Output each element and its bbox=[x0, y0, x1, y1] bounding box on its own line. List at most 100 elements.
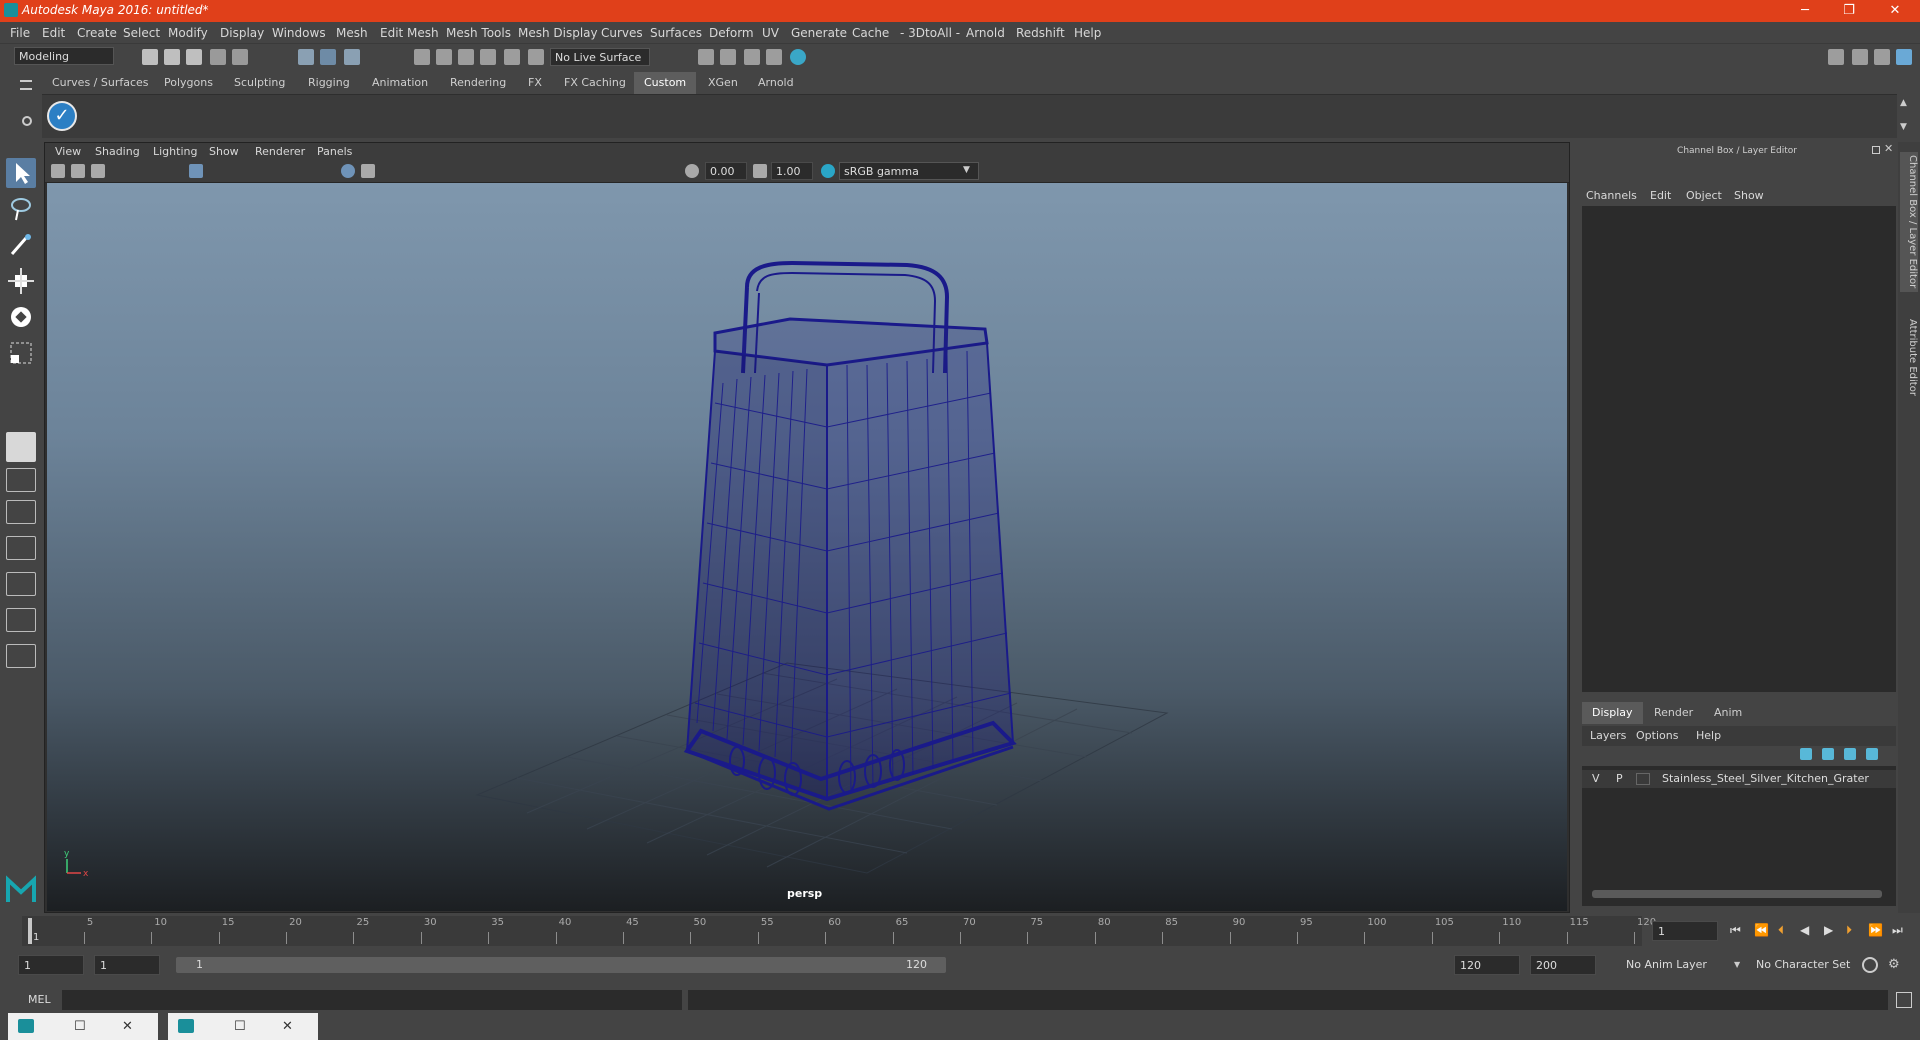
redo-icon[interactable] bbox=[232, 49, 248, 65]
layer-horizontal-scrollbar[interactable] bbox=[1592, 890, 1882, 898]
menu-modify[interactable]: Modify bbox=[168, 26, 208, 40]
anim-prefs-icon[interactable]: ⚙ bbox=[1888, 957, 1904, 973]
select-component-icon[interactable] bbox=[344, 49, 360, 65]
vp-menu-panels[interactable]: Panels bbox=[317, 145, 352, 158]
wireframe-icon[interactable] bbox=[341, 164, 355, 178]
tab-render[interactable]: Render bbox=[1644, 702, 1703, 724]
menu-3dtoall[interactable]: - 3DtoAll - bbox=[900, 26, 960, 40]
channel-box-toggle-icon[interactable] bbox=[1896, 49, 1912, 65]
snap-view-icon[interactable] bbox=[480, 49, 496, 65]
grid-toggle-icon[interactable] bbox=[189, 164, 203, 178]
le-menu-options[interactable]: Options bbox=[1636, 729, 1678, 742]
cb-menu-channels[interactable]: Channels bbox=[1586, 189, 1637, 202]
vp-menu-shading[interactable]: Shading bbox=[95, 145, 140, 158]
menu-mesh-display[interactable]: Mesh Display bbox=[518, 26, 598, 40]
render-settings-icon[interactable] bbox=[698, 49, 714, 65]
menu-edit[interactable]: Edit bbox=[42, 26, 65, 40]
playback-start-field[interactable]: 1 bbox=[94, 955, 160, 975]
le-menu-help[interactable]: Help bbox=[1696, 729, 1721, 742]
tab-polygons[interactable]: Polygons bbox=[154, 72, 223, 94]
tool-settings-icon[interactable] bbox=[1874, 49, 1890, 65]
new-scene-icon[interactable] bbox=[142, 49, 158, 65]
render-frame-icon[interactable] bbox=[720, 49, 736, 65]
new-layer-selected-icon[interactable] bbox=[1866, 748, 1878, 760]
move-tool-icon[interactable] bbox=[6, 266, 36, 296]
menu-display[interactable]: Display bbox=[220, 26, 264, 40]
exposure-field[interactable]: 0.00 bbox=[705, 162, 747, 180]
soft-select-icon[interactable] bbox=[6, 432, 36, 462]
menu-file[interactable]: File bbox=[10, 26, 30, 40]
open-scene-icon[interactable] bbox=[164, 49, 180, 65]
bookmark-icon[interactable] bbox=[91, 164, 105, 178]
gamma-field[interactable]: 1.00 bbox=[771, 162, 813, 180]
play-back-icon[interactable]: ◀ bbox=[1800, 923, 1809, 937]
move-layer-down-icon[interactable] bbox=[1822, 748, 1834, 760]
close-button[interactable]: ✕ bbox=[1872, 0, 1918, 22]
menu-curves[interactable]: Curves bbox=[601, 26, 643, 40]
menu-deform[interactable]: Deform bbox=[709, 26, 754, 40]
ipr-render-icon[interactable] bbox=[744, 49, 760, 65]
menu-redshift[interactable]: Redshift bbox=[1016, 26, 1065, 40]
layout-single-icon[interactable] bbox=[6, 468, 36, 492]
save-scene-icon[interactable] bbox=[186, 49, 202, 65]
menu-select[interactable]: Select bbox=[123, 26, 160, 40]
menu-mesh-tools[interactable]: Mesh Tools bbox=[446, 26, 511, 40]
animation-end-field[interactable]: 200 bbox=[1530, 955, 1596, 975]
tab-rendering[interactable]: Rendering bbox=[440, 72, 516, 94]
character-set-dropdown[interactable]: No Character Set bbox=[1750, 955, 1868, 975]
snap-curve-icon[interactable] bbox=[436, 49, 452, 65]
side-tab-channel-box[interactable]: Channel Box / Layer Editor bbox=[1900, 152, 1918, 292]
undo-icon[interactable] bbox=[210, 49, 226, 65]
side-tab-attribute-editor[interactable]: Attribute Editor bbox=[1900, 312, 1918, 402]
paint-select-tool-icon[interactable] bbox=[6, 230, 36, 260]
layout-side-icon[interactable] bbox=[6, 536, 36, 560]
close-panel-icon[interactable]: ✕ bbox=[1884, 142, 1893, 155]
tab-arnold[interactable]: Arnold bbox=[748, 72, 804, 94]
color-management-icon[interactable] bbox=[821, 164, 835, 178]
range-slider[interactable]: 1 120 bbox=[176, 957, 946, 973]
tab-animation[interactable]: Animation bbox=[362, 72, 438, 94]
layer-playback-toggle[interactable]: P bbox=[1616, 772, 1623, 785]
lasso-tool-icon[interactable] bbox=[6, 194, 36, 224]
current-frame-field[interactable]: 1 bbox=[1652, 921, 1718, 941]
shelf-menu-icon[interactable] bbox=[20, 80, 32, 90]
tab-fx[interactable]: FX bbox=[518, 72, 552, 94]
tab-xgen[interactable]: XGen bbox=[698, 72, 748, 94]
modeling-toolkit-icon[interactable] bbox=[1828, 49, 1844, 65]
float-panel-icon[interactable] bbox=[1872, 146, 1880, 154]
step-back-key-icon[interactable]: ⏪ bbox=[1754, 923, 1769, 937]
select-object-icon[interactable] bbox=[320, 49, 336, 65]
color-space-dropdown[interactable]: sRGB gamma bbox=[839, 162, 979, 180]
tab-display[interactable]: Display bbox=[1582, 702, 1643, 724]
tab-custom[interactable]: Custom bbox=[634, 72, 697, 94]
shelf-settings-icon[interactable] bbox=[22, 116, 32, 126]
tab-fx-caching[interactable]: FX Caching bbox=[554, 72, 636, 94]
menu-generate[interactable]: Generate bbox=[791, 26, 847, 40]
layout-persp-outliner-icon[interactable] bbox=[6, 572, 36, 596]
animation-start-field[interactable]: 1 bbox=[18, 955, 84, 975]
layer-visibility-toggle[interactable]: V bbox=[1592, 772, 1600, 785]
restore-window-icon[interactable]: ☐ bbox=[74, 1019, 86, 1034]
vp-menu-show[interactable]: Show bbox=[209, 145, 239, 158]
move-layer-up-icon[interactable] bbox=[1800, 748, 1812, 760]
command-input[interactable] bbox=[62, 990, 682, 1010]
attribute-editor-toggle-icon[interactable] bbox=[1852, 49, 1868, 65]
anim-layer-dropdown[interactable]: No Anim Layer bbox=[1620, 955, 1738, 975]
layout-four-icon[interactable] bbox=[6, 500, 36, 524]
vp-menu-lighting[interactable]: Lighting bbox=[153, 145, 197, 158]
menu-windows[interactable]: Windows bbox=[272, 26, 326, 40]
auto-key-icon[interactable] bbox=[1862, 957, 1878, 973]
vp-menu-renderer[interactable]: Renderer bbox=[255, 145, 305, 158]
vp-menu-view[interactable]: View bbox=[55, 145, 81, 158]
snap-grid-icon[interactable] bbox=[414, 49, 430, 65]
script-editor-icon[interactable] bbox=[1896, 992, 1912, 1008]
tab-anim[interactable]: Anim bbox=[1704, 702, 1752, 724]
cb-menu-edit[interactable]: Edit bbox=[1650, 189, 1671, 202]
gamma-icon[interactable] bbox=[753, 164, 767, 178]
menu-help[interactable]: Help bbox=[1074, 26, 1101, 40]
tab-curves-surfaces[interactable]: Curves / Surfaces bbox=[42, 72, 159, 94]
snap-surface-icon[interactable] bbox=[504, 49, 520, 65]
tab-sculpting[interactable]: Sculpting bbox=[224, 72, 295, 94]
exposure-icon[interactable] bbox=[685, 164, 699, 178]
layout-persp-graph-icon[interactable] bbox=[6, 608, 36, 632]
